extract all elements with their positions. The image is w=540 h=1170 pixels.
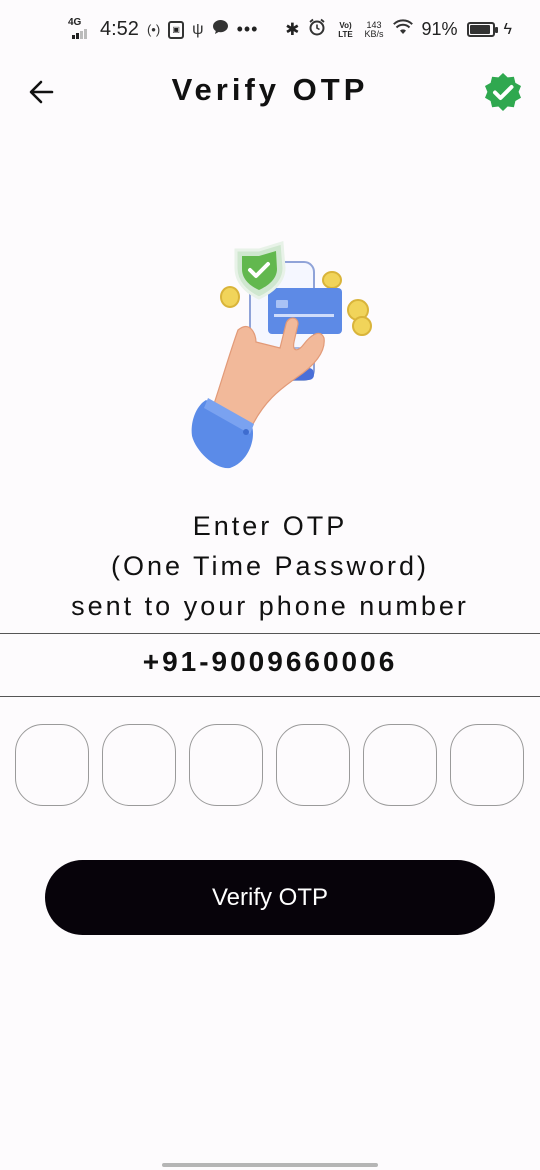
divider-top <box>0 633 540 634</box>
otp-digit-6[interactable] <box>450 724 524 806</box>
network-type: 4G <box>68 16 82 28</box>
home-indicator[interactable] <box>162 1163 378 1167</box>
instruction-line-1: Enter OTP <box>192 511 348 541</box>
status-bar-right: ✱ Vo) LTE 143 KB/s 91% ϟ <box>285 18 512 41</box>
page-title: Verify OTP <box>171 72 369 107</box>
network-speed: 143 KB/s <box>364 20 384 39</box>
instruction-line-3: sent to your phone number <box>71 591 469 621</box>
instruction-line-2: (One Time Password) <box>110 551 430 581</box>
wifi-icon <box>392 19 413 40</box>
divider-bottom <box>0 696 540 697</box>
status-bar: 4G 4:52 (•) ▣ ψ ••• ✱ Vo) LTE 143 KB/s 9… <box>0 0 540 60</box>
sim-icon: ▣ <box>168 20 185 39</box>
otp-instructions: Enter OTP (One Time Password) sent to yo… <box>0 506 540 626</box>
volte-icon: Vo) LTE <box>338 20 353 39</box>
verified-badge-icon <box>480 70 526 116</box>
battery-percent: 91% <box>421 19 458 39</box>
bluetooth-icon: ✱ <box>285 19 300 39</box>
hotspot-icon: (•) <box>146 22 161 37</box>
otp-input-group <box>15 724 527 806</box>
status-time: 4:52 <box>100 18 139 40</box>
message-icon <box>212 19 229 41</box>
charging-icon: ϟ <box>503 20 512 38</box>
battery-icon <box>466 22 498 37</box>
otp-illustration: **** <box>186 240 382 475</box>
otp-digit-2[interactable] <box>102 724 176 806</box>
network-signal-icon: 4G <box>66 16 92 41</box>
alarm-icon <box>308 18 326 41</box>
otp-digit-1[interactable] <box>15 724 89 806</box>
more-notifications-icon: ••• <box>236 19 259 39</box>
otp-digit-3[interactable] <box>189 724 263 806</box>
otp-digit-5[interactable] <box>363 724 437 806</box>
usb-icon: ψ <box>192 20 204 38</box>
otp-digit-4[interactable] <box>276 724 350 806</box>
phone-number: +91-9009660006 <box>142 646 398 677</box>
speed-unit: KB/s <box>364 28 384 39</box>
battery-fill <box>469 25 490 34</box>
verify-otp-button[interactable]: Verify OTP <box>45 860 495 935</box>
status-bar-left: 4G 4:52 (•) ▣ ψ ••• <box>66 16 259 41</box>
